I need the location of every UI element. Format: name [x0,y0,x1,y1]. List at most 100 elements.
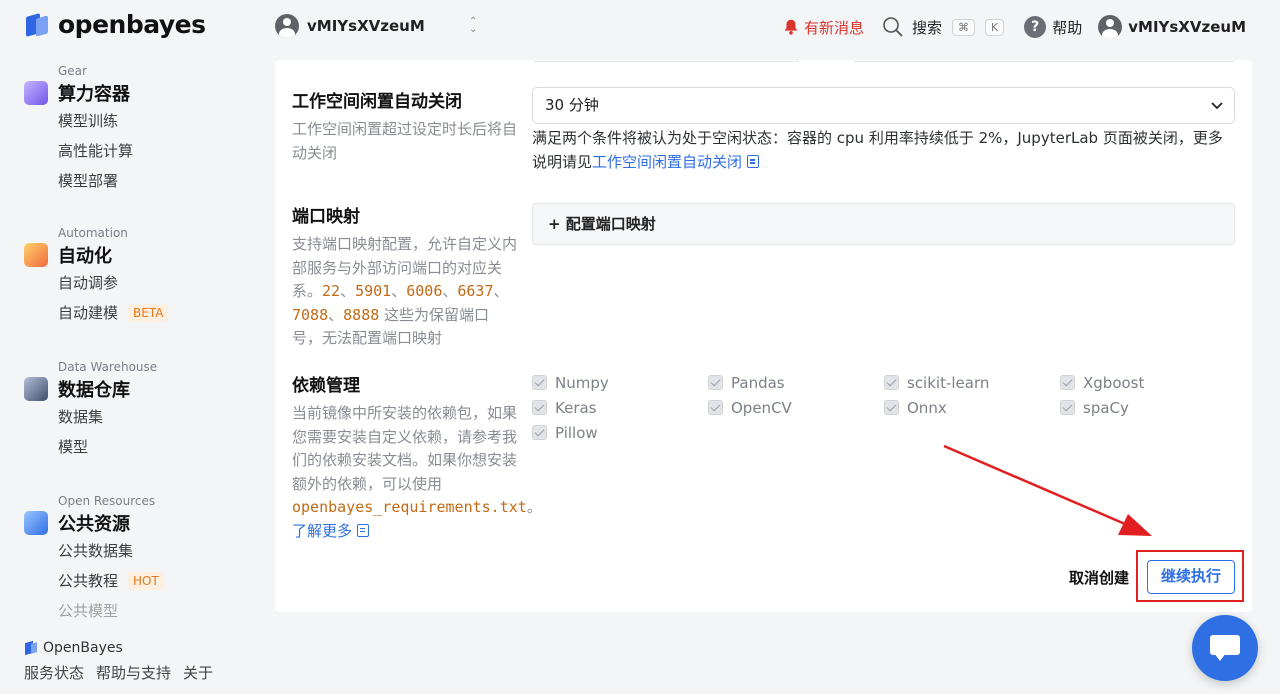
annotation-highlight-box [1136,550,1244,602]
checkbox-checked-disabled [532,375,547,390]
openbayes-logo[interactable]: openbayes [24,10,206,39]
chevron-down-icon [1211,102,1223,110]
dependency-label: Keras [555,398,597,417]
sidebar-section-data-warehouse: Data Warehouse 数据仓库 数据集 模型 [24,360,157,462]
reserved-port: 5901 [355,282,392,300]
sidebar-item-model-training[interactable]: 模型训练 [58,106,133,136]
sidebar-section-header[interactable]: 算力容器 [24,80,133,106]
shortcut-cmd-key: ⌘ [952,18,975,36]
footer-brand: OpenBayes [24,640,123,656]
dependency-label: scikit-learn [907,373,990,392]
section-title: 算力容器 [58,84,130,105]
user-name: vMIYsXVzeuM [1128,18,1246,36]
user-avatar [1098,15,1123,39]
sidebar-item-model-deploy[interactable]: 模型部署 [58,166,133,196]
chat-support-button[interactable] [1192,615,1258,681]
idle-timeout-select[interactable]: 30 分钟 [532,87,1235,124]
dependency-label: OpenCV [731,398,792,417]
document-icon [357,523,370,537]
idle-shutdown-section: 工作空间闲置自动关闭 工作空间闲置超过设定时长后将自动关闭 [292,87,517,165]
checkbox-checked-disabled [1060,400,1075,415]
user-menu[interactable]: vMIYsXVzeuM [1098,15,1246,39]
checkbox-checked-disabled [708,400,723,415]
section-en-label: Automation [58,226,128,240]
dependencies-section: 依赖管理 当前镜像中所安装的依赖包，如果您需要安装自定义依赖，请参考我们的依赖安… [292,371,542,543]
idle-doc-link[interactable]: 工作空间闲置自动关闭 [592,153,742,171]
dependency-checkbox-xgboost: Xgboost [1060,372,1236,393]
section-title: 公共资源 [58,514,130,535]
sidebar: Gear 算力容器 模型训练 高性能计算 模型部署 Automation 自动化… [0,60,270,640]
idle-timeout-value: 30 分钟 [545,96,599,114]
sidebar-section-header[interactable]: 自动化 [24,242,168,268]
dependency-label: Numpy [555,373,609,392]
beta-badge: BETA [128,304,169,322]
reserved-port: 6006 [406,282,443,300]
reserved-port: 6637 [457,282,494,300]
gear-cube-icon [24,81,48,105]
sidebar-item-auto-tuning[interactable]: 自动调参 [58,268,168,298]
workspace-switcher[interactable]: vMIYsXVzeuM ⌃ ⌄ [275,14,477,38]
checkbox-checked-disabled [1060,375,1075,390]
messages-button[interactable]: 有新消息 [782,17,864,38]
dependency-checkbox-pillow: Pillow [532,422,708,443]
sidebar-item-label: 公共数据集 [58,542,134,560]
learn-more-link[interactable]: 了解更多 [292,522,352,540]
dependency-label: Onnx [907,398,947,417]
dependencies-desc: 当前镜像中所安装的依赖包，如果您需要安装自定义依赖，请参考我们的依赖安装文档。如… [292,402,542,543]
help-button[interactable]: ? 帮助 [1024,16,1082,38]
sidebar-item-label: 公共教程 [58,572,119,590]
dependency-checkbox-onnx: Onnx [884,397,1060,418]
deps-desc-text: 当前镜像中所安装的依赖包，如果您需要安装自定义依赖，请参考我们的依赖安装文档。如… [292,404,518,493]
add-port-mapping-button[interactable]: + 配置端口映射 [532,203,1235,245]
checkbox-checked-disabled [532,400,547,415]
dependency-checkbox-spacy: spaCy [1060,397,1236,418]
sidebar-section-header[interactable]: 公共资源 [24,510,164,536]
sidebar-item-auto-modeling[interactable]: 自动建模 BETA [58,298,169,328]
port-mapping-desc: 支持端口映射配置，允许自定义内部服务与外部访问端口的对应关系。22、5901、6… [292,235,518,347]
footer-link-about[interactable]: 关于 [183,662,213,683]
dependency-label: Pillow [555,423,598,442]
section-title: 数据仓库 [58,380,130,401]
search-button[interactable]: 搜索 ⌘ K [882,16,1005,38]
create-workspace-form: 工作空间闲置自动关闭 工作空间闲置超过设定时长后将自动关闭 30 分钟 满足两个… [275,60,1252,612]
search-label: 搜索 [911,18,942,37]
section-title: 自动化 [58,246,112,267]
dependency-label: Pandas [731,373,785,392]
footer-link-status[interactable]: 服务状态 [24,662,84,683]
chevron-up-down-icon: ⌃ ⌄ [469,16,478,35]
sidebar-item-label: 模型训练 [58,112,119,130]
sidebar-section-header[interactable]: 数据仓库 [24,376,157,402]
messages-label: 有新消息 [803,18,864,37]
bell-icon [784,19,798,35]
sidebar-item-label: 自动建模 [58,304,119,322]
sidebar-section-open-resources: Open Resources 公共资源 公共数据集 公共教程 HOT 公共模型 [24,494,164,626]
dependency-label: Xgboost [1083,373,1145,392]
sidebar-section-automation: Automation 自动化 自动调参 自动建模 BETA [24,226,169,328]
open-resources-icon [24,511,48,535]
dependency-checkbox-pandas: Pandas [708,372,884,393]
checkbox-checked-disabled [884,400,899,415]
sidebar-item-public-tutorials[interactable]: 公共教程 HOT [58,566,164,596]
search-icon [883,17,903,37]
footer-links: 服务状态 帮助与支持 关于 [24,662,213,683]
dependency-list: Numpy Pandas scikit-learn Xgboost Keras … [532,372,1237,443]
deps-desc-period: 。 [526,498,542,516]
sidebar-item-models[interactable]: 模型 [58,432,157,462]
section-en-label: Data Warehouse [58,360,158,374]
section-en-label: Open Resources [58,494,156,508]
chat-bubble-icon [1210,635,1240,655]
sidebar-item-public-models[interactable]: 公共模型 [58,596,164,626]
sidebar-item-datasets[interactable]: 数据集 [58,402,157,432]
port-mapping-section: 端口映射 支持端口映射配置，允许自定义内部服务与外部访问端口的对应关系。22、5… [292,202,517,351]
sidebar-item-label: 公共模型 [58,602,119,620]
cancel-create-button[interactable]: 取消创建 [1069,567,1129,588]
dependency-checkbox-numpy: Numpy [532,372,708,393]
help-label: 帮助 [1052,18,1083,37]
sidebar-item-hpc[interactable]: 高性能计算 [58,136,133,166]
footer-link-help[interactable]: 帮助与支持 [96,662,171,683]
hot-badge: HOT [128,572,164,590]
sidebar-item-label: 数据集 [58,408,104,426]
checkbox-checked-disabled [708,375,723,390]
idle-shutdown-title: 工作空间闲置自动关闭 [292,92,462,112]
sidebar-item-public-datasets[interactable]: 公共数据集 [58,536,164,566]
